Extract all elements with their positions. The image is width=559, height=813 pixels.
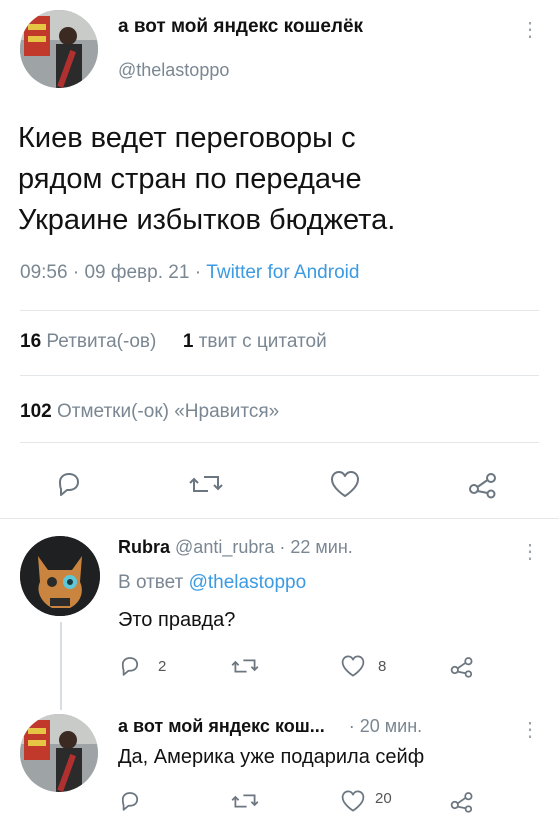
- reply-icon[interactable]: [118, 654, 142, 678]
- reply2-time: 20 мин.: [359, 716, 423, 736]
- share-icon[interactable]: [449, 654, 475, 678]
- likes-count: 102: [20, 401, 52, 422]
- retweets-count: 16: [20, 331, 42, 352]
- main-tweet-text: Киев ведет переговоры с рядом стран по п…: [18, 118, 395, 241]
- quotes-link[interactable]: 1 твит с цитатой: [183, 331, 327, 352]
- tweet-meta: 09:56 · 09 февр. 21 · Twitter for Androi…: [20, 262, 359, 284]
- reply1-reply-to: В ответ @thelastoppo: [118, 572, 306, 594]
- likes-link[interactable]: 102 Отметки(-ок) «Нравится»: [20, 401, 279, 423]
- tweet-text-line: рядом стран по передаче: [18, 163, 362, 195]
- main-tweet-avatar[interactable]: [20, 10, 98, 88]
- divider: [20, 442, 539, 443]
- reply1-display-name[interactable]: Rubra: [118, 537, 170, 557]
- likes-label: Отметки(-ок) «Нравится»: [56, 401, 280, 422]
- reply1-like-count: 8: [378, 658, 387, 675]
- reply2-header: а вот мой яндекс кош... · 20 мин.: [118, 716, 422, 737]
- like-icon[interactable]: [329, 469, 361, 499]
- tweet-text-line: Киев ведет переговоры с: [18, 122, 356, 154]
- protester-avatar-image: [20, 714, 98, 792]
- share-icon[interactable]: [449, 789, 475, 813]
- meta-separator: ·: [72, 262, 80, 283]
- reply2-avatar[interactable]: [20, 714, 98, 792]
- more-icon[interactable]: ⋮: [520, 20, 540, 40]
- divider: [0, 518, 559, 519]
- main-tweet-display-name[interactable]: а вот мой яндекс кошелёк: [118, 16, 363, 38]
- retweet-stats: 16 Ретвита(-ов) 1 твит с цитатой: [20, 331, 327, 353]
- reply1-handle[interactable]: @anti_rubra: [175, 537, 274, 557]
- meta-separator: ·: [279, 537, 286, 557]
- main-tweet-handle[interactable]: @thelastoppo: [118, 60, 229, 81]
- tweet-text-line: Украине избытков бюджета.: [18, 204, 396, 236]
- share-icon[interactable]: [467, 469, 499, 499]
- meta-separator: ·: [348, 716, 355, 736]
- more-icon[interactable]: ⋮: [520, 720, 540, 740]
- divider: [20, 310, 539, 311]
- retweets-link[interactable]: 16 Ретвита(-ов): [20, 331, 156, 352]
- thread-line: [60, 622, 62, 710]
- tweet-time: 09:56: [20, 262, 68, 283]
- tweet-date: 09 февр. 21: [84, 262, 190, 283]
- reply-to-prefix: В ответ: [118, 572, 184, 593]
- retweet-icon[interactable]: [231, 654, 259, 678]
- reply-icon[interactable]: [118, 789, 142, 813]
- retweet-icon[interactable]: [189, 469, 223, 499]
- divider: [20, 375, 539, 376]
- more-icon[interactable]: ⋮: [520, 542, 540, 562]
- retweet-icon[interactable]: [231, 789, 259, 813]
- reply2-like-count: 20: [375, 790, 392, 807]
- reply1-time: 22 мин.: [290, 537, 353, 557]
- tweet-source-link[interactable]: Twitter for Android: [206, 262, 359, 283]
- reply2-text: Да, Америка уже подарила сейф: [118, 746, 425, 768]
- meta-separator: ·: [194, 262, 202, 283]
- reply1-reply-count: 2: [158, 658, 167, 675]
- cat-avatar-image: [20, 536, 100, 616]
- reply1-avatar[interactable]: [20, 536, 100, 616]
- reply1-text: Это правда?: [118, 609, 236, 631]
- reply2-display-name[interactable]: а вот мой яндекс кош...: [118, 716, 325, 736]
- quotes-label: твит с цитатой: [198, 331, 327, 352]
- like-icon[interactable]: [340, 789, 366, 813]
- reply1-header: Rubra @anti_rubra · 22 мин.: [118, 537, 353, 558]
- reply-to-handle[interactable]: @thelastoppo: [189, 572, 307, 593]
- retweets-label: Ретвита(-ов): [46, 331, 157, 352]
- like-icon[interactable]: [340, 654, 366, 678]
- protester-avatar-image: [20, 10, 98, 88]
- reply-icon[interactable]: [54, 469, 84, 499]
- quotes-count: 1: [182, 331, 194, 352]
